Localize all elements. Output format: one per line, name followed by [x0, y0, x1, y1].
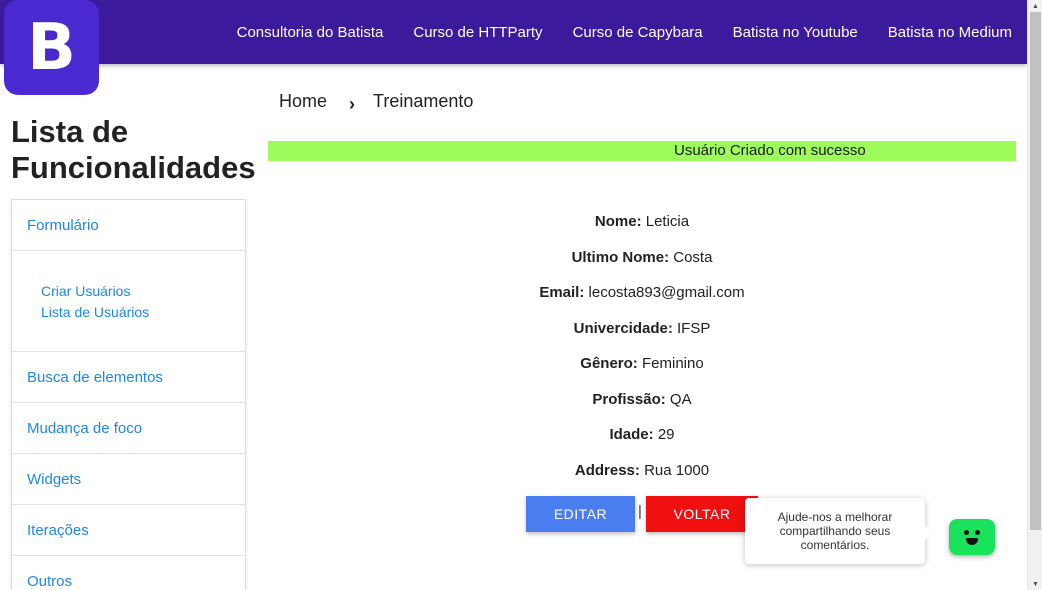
sidebar-title-line1: Lista de — [11, 114, 129, 149]
vertical-scrollbar[interactable]: ▲ ▼ — [1027, 0, 1042, 590]
detail-value: 29 — [657, 426, 675, 443]
detail-row-address: Address: Rua 1000 — [268, 453, 1016, 489]
sidebar-menu: Formulário Criar Usuários Lista de Usuár… — [11, 199, 246, 590]
sidebar-item-iteracoes[interactable]: Iterações — [12, 505, 245, 556]
success-toast: Usuário Criado com sucesso — [268, 141, 1016, 161]
detail-label: Ultimo Nome: — [571, 248, 670, 266]
nav-link-medium[interactable]: Batista no Medium — [888, 24, 1012, 41]
button-separator: | — [638, 503, 642, 520]
detail-label: Nome: — [594, 213, 642, 230]
sidebar-submenu-formulario: Criar Usuários Lista de Usuários — [12, 251, 245, 352]
brand-logo[interactable]: B — [4, 0, 99, 95]
chatbot-mouth — [966, 538, 978, 545]
detail-value: Rua 1000 — [644, 461, 710, 479]
scroll-down-arrow-icon[interactable]: ▼ — [1028, 578, 1042, 590]
detail-label: Email: — [539, 284, 585, 301]
detail-label: Address: — [574, 461, 640, 479]
scrollbar-thumb[interactable] — [1030, 12, 1041, 530]
detail-value: Feminino — [641, 355, 704, 372]
chatbot-eye-right — [975, 530, 980, 535]
sidebar-item-mudanca-foco[interactable]: Mudança de foco — [12, 403, 245, 454]
feedback-tooltip: Ajude-nos a melhorar compartilhando seus… — [745, 498, 933, 564]
detail-value: Costa — [673, 248, 713, 266]
sidebar-subitem-lista-usuarios[interactable]: Lista de Usuários — [41, 302, 245, 323]
detail-value: lecosta893@gmail.com — [588, 284, 745, 301]
detail-row-nome: Nome: Leticia — [268, 204, 1016, 240]
detail-row-email: Email: lecosta893@gmail.com — [268, 275, 1016, 311]
detail-row-idade: Idade: 29 — [268, 417, 1016, 453]
back-button[interactable]: VOLTAR — [646, 496, 758, 532]
user-details: Nome: Leticia Ultimo Nome: Costa Email: … — [268, 204, 1016, 488]
chatbot-eye-left — [964, 530, 969, 535]
sidebar-item-busca[interactable]: Busca de elementos — [12, 352, 245, 403]
breadcrumb-home[interactable]: Home — [279, 91, 327, 112]
top-nav-links: Consultoria do Batista Curso de HTTParty… — [207, 0, 1012, 64]
detail-value: Leticia — [645, 213, 690, 230]
detail-row-genero: Gênero: Feminino — [268, 346, 1016, 382]
chevron-right-icon: › — [349, 94, 356, 114]
detail-label: Univercidade: — [573, 319, 673, 337]
detail-label: Profissão: — [592, 390, 666, 408]
nav-link-consultoria[interactable]: Consultoria do Batista — [237, 24, 384, 41]
nav-link-capybara[interactable]: Curso de Capybara — [573, 24, 703, 41]
sidebar-item-formulario[interactable]: Formulário — [12, 200, 245, 251]
detail-value: IFSP — [677, 319, 711, 337]
sidebar-item-widgets[interactable]: Widgets — [12, 454, 245, 505]
scroll-up-arrow-icon[interactable]: ▲ — [1028, 0, 1042, 12]
sidebar-title-line2: Funcionalidades — [11, 150, 256, 185]
chatbot-face-icon[interactable] — [949, 519, 995, 555]
detail-label: Idade: — [609, 426, 654, 443]
detail-row-profissao: Profissão: QA — [268, 382, 1016, 418]
breadcrumb-current: Treinamento — [373, 91, 474, 111]
logo-letter: B — [27, 10, 76, 85]
detail-label: Gênero: — [580, 355, 638, 372]
detail-value: QA — [669, 390, 692, 408]
top-navbar: Consultoria do Batista Curso de HTTParty… — [0, 0, 1027, 64]
edit-button[interactable]: EDITAR — [526, 496, 635, 532]
nav-link-youtube[interactable]: Batista no Youtube — [733, 24, 858, 41]
detail-row-universidade: Univercidade: IFSP — [268, 311, 1016, 347]
sidebar-item-outros[interactable]: Outros — [12, 556, 245, 590]
sidebar-title: Lista de Funcionalidades — [11, 114, 256, 186]
breadcrumb: Home › Treinamento — [279, 88, 473, 115]
nav-link-httparty[interactable]: Curso de HTTParty — [413, 24, 542, 41]
sidebar-subitem-criar-usuarios[interactable]: Criar Usuários — [41, 281, 245, 302]
detail-row-ultimo-nome: Ultimo Nome: Costa — [268, 240, 1016, 276]
